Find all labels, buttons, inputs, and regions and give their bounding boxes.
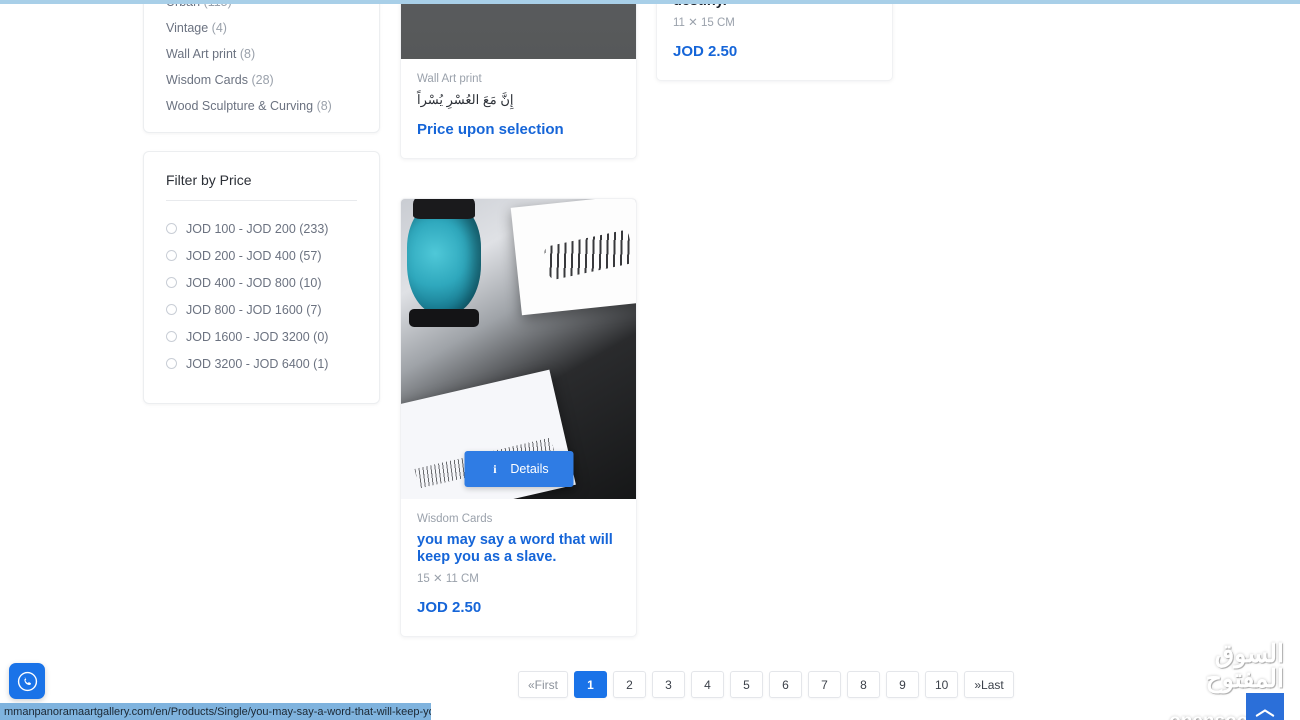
price-range-count: (1) (313, 356, 329, 371)
price-range-text: JOD 1600 - JOD 3200 (186, 329, 310, 344)
product-info: Wisdom Cards Your thoughts are your dest… (657, 0, 892, 80)
watermark-row: opensooq ︿ .com (1169, 693, 1284, 720)
product-price: Price upon selection (417, 121, 564, 139)
calligraphy-graphic (543, 229, 635, 281)
price-range-count: (233) (299, 221, 329, 236)
category-label: Wall Art print (166, 47, 237, 61)
price-option-label: JOD 3200 - JOD 6400 (1) (186, 357, 328, 371)
category-list: Urban (115) Vintage (4) Wall Art print (… (166, 0, 357, 119)
pagination-page-6[interactable]: 6 (769, 671, 802, 698)
price-range-text: JOD 3200 - JOD 6400 (186, 356, 310, 371)
divider (166, 200, 357, 201)
price-option-label: JOD 1600 - JOD 3200 (0) (186, 330, 328, 344)
price-option-3200-6400[interactable]: JOD 3200 - JOD 6400 (1) (166, 350, 357, 377)
category-label: Vintage (166, 21, 209, 35)
whatsapp-icon (17, 671, 37, 691)
price-range-text: JOD 400 - JOD 800 (186, 275, 296, 290)
opensooq-watermark: السوق المفتوح opensooq ︿ .com (1132, 640, 1284, 720)
info-icon: i (493, 461, 497, 476)
product-card[interactable]: Wisdom Cards Your thoughts are your dest… (656, 0, 893, 82)
details-button-label: Details (510, 462, 549, 476)
price-option-label: JOD 800 - JOD 1600 (7) (186, 303, 321, 317)
radio-icon[interactable] (166, 223, 177, 234)
price-option-label: JOD 200 - JOD 400 (57) (186, 249, 321, 263)
price-filter-box: Filter by Price JOD 100 - JOD 200 (233) … (143, 151, 380, 404)
radio-icon[interactable] (166, 277, 177, 288)
product-dimensions: 11 ✕ 15 CM (673, 17, 735, 30)
category-item-wall-art-print[interactable]: Wall Art print (8) (166, 41, 357, 67)
pagination-page-9[interactable]: 9 (886, 671, 919, 698)
price-option-800-1600[interactable]: JOD 800 - JOD 1600 (7) (166, 296, 357, 323)
product-category: Wisdom Cards (417, 513, 493, 525)
price-range-text: JOD 200 - JOD 400 (186, 248, 296, 263)
price-option-label: JOD 100 - JOD 200 (233) (186, 222, 328, 236)
pagination-page-3[interactable]: 3 (652, 671, 685, 698)
product-info: Wall Art print إِنَّ مَعَ العُسْرِ يُسْر… (401, 59, 636, 158)
product-title[interactable]: إِنَّ مَعَ العُسْرِ يُسْراً (417, 92, 620, 107)
category-item-wisdom-cards[interactable]: Wisdom Cards (28) (166, 67, 357, 93)
wall-art-photo (401, 0, 636, 59)
pagination-page-10[interactable]: 10 (925, 671, 959, 698)
radio-icon[interactable] (166, 304, 177, 315)
watermark-brand-text: opensooq (1169, 712, 1260, 720)
watermark-logo-box: ︿ .com (1246, 693, 1284, 720)
pagination-page-1[interactable]: 1 (574, 671, 607, 698)
product-price: JOD 2.50 (417, 599, 482, 617)
price-range-count: (7) (306, 302, 322, 317)
status-url: mmanpanoramaartgallery.com/en/Products/S… (4, 705, 431, 718)
pagination-page-4[interactable]: 4 (691, 671, 724, 698)
price-range-text: JOD 100 - JOD 200 (186, 221, 296, 236)
price-range-count: (57) (299, 248, 322, 263)
whatsapp-button[interactable] (9, 663, 45, 699)
category-label: Wood Sculpture & Curving (166, 99, 314, 113)
pagination-first[interactable]: «First (518, 671, 568, 698)
lantern-graphic (407, 199, 481, 327)
product-listing-page: Urban (115) Vintage (4) Wall Art print (… (0, 0, 1300, 720)
category-count: (4) (211, 21, 227, 35)
viewport-top-edge (0, 0, 1300, 4)
pagination-last[interactable]: »Last (964, 671, 1014, 698)
pagination-page-5[interactable]: 5 (730, 671, 763, 698)
chevron-up-icon: ︿ (1255, 699, 1275, 720)
greeting-card-graphic (510, 199, 636, 316)
radio-icon[interactable] (166, 250, 177, 261)
category-filter-box: Urban (115) Vintage (4) Wall Art print (… (143, 0, 380, 133)
details-button[interactable]: i Details (464, 451, 573, 487)
pagination-page-7[interactable]: 7 (808, 671, 841, 698)
price-option-label: JOD 400 - JOD 800 (10) (186, 276, 321, 290)
watermark-arabic-text: السوق المفتوح (1205, 640, 1284, 693)
pagination-page-2[interactable]: 2 (613, 671, 646, 698)
category-count: (8) (239, 47, 256, 61)
browser-status-bar: mmanpanoramaartgallery.com/en/Products/S… (0, 703, 431, 720)
price-option-400-800[interactable]: JOD 400 - JOD 800 (10) (166, 269, 357, 296)
pagination-page-8[interactable]: 8 (847, 671, 880, 698)
radio-icon[interactable] (166, 358, 177, 369)
price-option-200-400[interactable]: JOD 200 - JOD 400 (57) (166, 242, 357, 269)
product-card[interactable]: i Details Wisdom Cards you may say a wor… (400, 198, 637, 638)
product-price: JOD 2.50 (673, 43, 738, 61)
product-info: Wisdom Cards you may say a word that wil… (401, 499, 636, 636)
category-count: (8) (316, 99, 332, 113)
category-item-vintage[interactable]: Vintage (4) (166, 15, 357, 41)
product-title[interactable]: you may say a word that will keep you as… (417, 532, 620, 566)
product-card[interactable]: Wall Art print إِنَّ مَعَ العُسْرِ يُسْر… (400, 0, 637, 160)
pagination: «First 1 2 3 4 5 6 7 8 9 10 »Last (518, 671, 1014, 698)
category-item-wood-sculpture-curving[interactable]: Wood Sculpture & Curving (8) (166, 93, 357, 119)
filters-sidebar: Urban (115) Vintage (4) Wall Art print (… (143, 0, 380, 404)
product-image[interactable] (401, 0, 636, 59)
product-category: Wall Art print (417, 73, 482, 85)
category-count: (28) (251, 73, 274, 87)
price-range-text: JOD 800 - JOD 1600 (186, 302, 303, 317)
radio-icon[interactable] (166, 331, 177, 342)
price-range-count: (0) (313, 329, 329, 344)
price-option-100-200[interactable]: JOD 100 - JOD 200 (233) (166, 215, 357, 242)
price-filter-title: Filter by Price (166, 172, 252, 188)
price-option-1600-3200[interactable]: JOD 1600 - JOD 3200 (0) (166, 323, 357, 350)
product-image[interactable]: i Details (401, 199, 636, 499)
price-range-count: (10) (299, 275, 322, 290)
product-dimensions: 15 ✕ 11 CM (417, 573, 479, 586)
category-label: Wisdom Cards (166, 73, 248, 87)
